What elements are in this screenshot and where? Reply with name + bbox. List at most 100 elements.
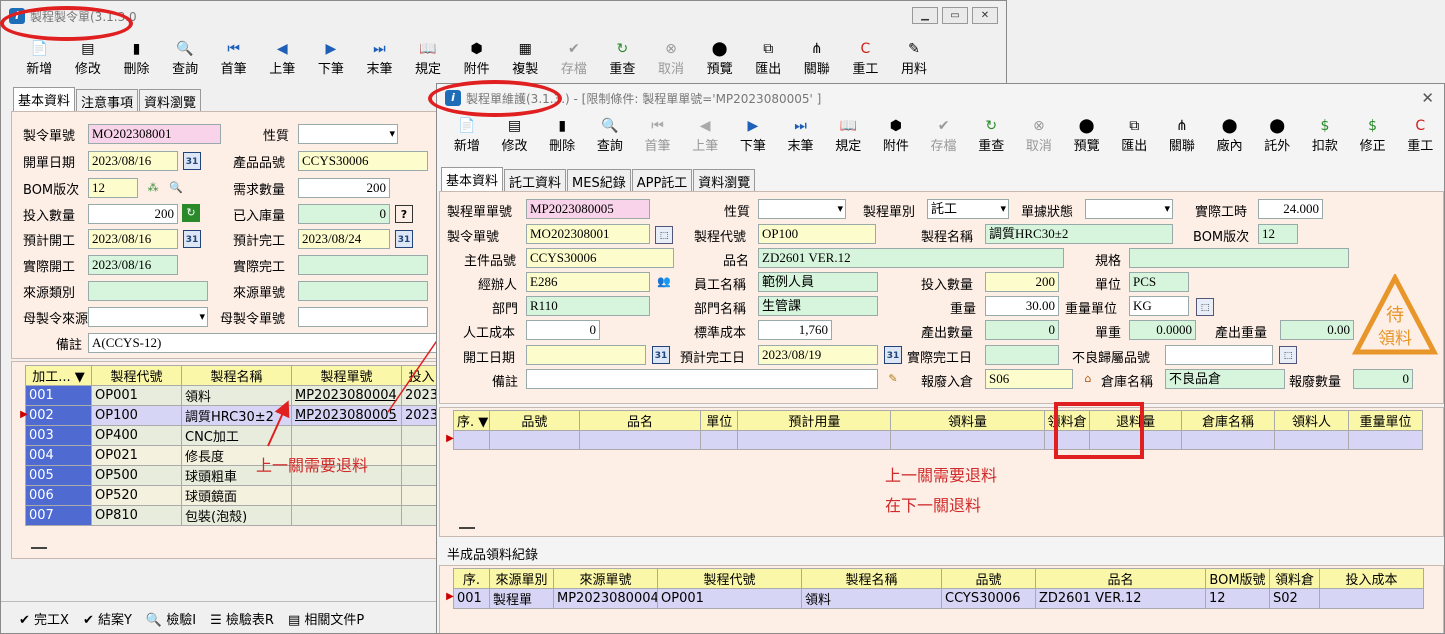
table-row[interactable]: 001 製程單 MP2023080004 OP001 領料 CCYS30006 ZD2601… bbox=[453, 588, 1424, 609]
minimize-button[interactable]: ▁ bbox=[912, 7, 938, 24]
edit-button[interactable]: ▤ 修改 bbox=[491, 114, 539, 154]
main-item-field[interactable]: CCYS30006 bbox=[526, 248, 674, 268]
material-button[interactable]: ✎ 用料 bbox=[890, 37, 939, 77]
attach-button[interactable]: ⬢ 附件 bbox=[872, 114, 920, 154]
column-header[interactable]: 序. ▼ bbox=[453, 410, 490, 431]
rework-button[interactable]: C 重工 bbox=[841, 37, 890, 77]
open-date-field[interactable]: 2023/08/16 bbox=[88, 151, 178, 171]
defect-item-field[interactable] bbox=[1165, 345, 1273, 365]
proc-code-field[interactable]: OP100 bbox=[758, 224, 876, 244]
link-button[interactable]: ⋔ 關聯 bbox=[1158, 114, 1206, 154]
open-window-icon[interactable]: ⬚ bbox=[1279, 346, 1297, 364]
column-header[interactable]: 單位 bbox=[700, 410, 739, 431]
plan-done-field[interactable]: 2023/08/19 bbox=[758, 345, 878, 365]
first-button[interactable]: ⏮ 首筆 bbox=[209, 37, 258, 77]
nature-select[interactable] bbox=[298, 124, 398, 144]
weight-unit-field[interactable]: KG bbox=[1129, 296, 1189, 316]
weight-field[interactable]: 30.00 bbox=[985, 296, 1059, 316]
delete-button[interactable]: ▮ 刪除 bbox=[538, 114, 586, 154]
actual-hours-field[interactable]: 24.000 bbox=[1258, 199, 1323, 219]
cancel-button[interactable]: ⊗ 取消 bbox=[1015, 114, 1063, 154]
open-window-icon[interactable]: ⬚ bbox=[1196, 298, 1214, 316]
preview-button[interactable]: ⬤ 預覽 bbox=[1063, 114, 1111, 154]
save-button[interactable]: ✔ 存檔 bbox=[920, 114, 968, 154]
deduct-button[interactable]: $ 扣款 bbox=[1301, 114, 1349, 154]
plan-start-field[interactable]: 2023/08/16 bbox=[88, 229, 178, 249]
rework-button[interactable]: C 重工 bbox=[1396, 114, 1444, 154]
column-header[interactable]: 製程單號 bbox=[291, 365, 402, 386]
table-cell[interactable]: MP2023080004 bbox=[291, 385, 402, 406]
input-qty-field[interactable]: 200 bbox=[88, 204, 178, 224]
front-tab-2[interactable]: MES紀錄 bbox=[567, 169, 631, 191]
copy-button[interactable]: ▦ 複製 bbox=[501, 37, 550, 77]
warehouse-icon[interactable]: ⌂ bbox=[1079, 370, 1097, 388]
doc-status-select[interactable] bbox=[1085, 199, 1173, 219]
prev-button[interactable]: ◀ 上筆 bbox=[681, 114, 729, 154]
tree-icon[interactable]: ⁂ bbox=[144, 179, 162, 197]
export-button[interactable]: ⧉ 匯出 bbox=[1110, 114, 1158, 154]
column-header[interactable]: 製程代號 bbox=[657, 568, 802, 589]
prev-button[interactable]: ◀ 上筆 bbox=[258, 37, 307, 77]
close-icon[interactable]: ✕ bbox=[1421, 89, 1434, 107]
new-button[interactable]: 📄 新增 bbox=[15, 37, 64, 77]
attach-button[interactable]: ⬢ 附件 bbox=[452, 37, 501, 77]
last-button[interactable]: ⏭ 末筆 bbox=[355, 37, 404, 77]
product-no-field[interactable]: CCYS30006 bbox=[298, 151, 428, 171]
back-tab-1[interactable]: 注意事項 bbox=[76, 89, 139, 111]
parent-no-field[interactable] bbox=[298, 307, 428, 327]
table-cell[interactable]: MP2023080005 bbox=[291, 405, 402, 426]
remark-field[interactable]: A(CCYS-12) bbox=[88, 333, 438, 353]
column-header[interactable]: 領料人 bbox=[1274, 410, 1349, 431]
inhouse-button[interactable]: ⬤ 廠內 bbox=[1206, 114, 1254, 154]
front-tab-0[interactable]: 基本資料 bbox=[441, 167, 504, 191]
column-header[interactable]: 製程代號 bbox=[91, 365, 182, 386]
outsource-button[interactable]: ⬤ 託外 bbox=[1253, 114, 1301, 154]
front-tab-3[interactable]: APP託工 bbox=[631, 169, 693, 191]
mp-type-select[interactable]: 託工 bbox=[927, 199, 1009, 219]
next-button[interactable]: ▶ 下筆 bbox=[729, 114, 777, 154]
column-header[interactable]: 加工... ▼ bbox=[25, 365, 92, 386]
calendar-icon[interactable]: 31 bbox=[183, 152, 201, 170]
handler-field[interactable]: E286 bbox=[526, 272, 650, 292]
open-date-field[interactable] bbox=[526, 345, 646, 365]
std-cost-field[interactable]: 1,760 bbox=[758, 320, 832, 340]
refresh-button[interactable]: ↻ 重查 bbox=[967, 114, 1015, 154]
table-row[interactable]: 004 OP021 修長度 bbox=[25, 445, 442, 466]
calendar-icon[interactable]: 31 bbox=[395, 230, 413, 248]
table-row[interactable]: 003 OP400 CNC加工 bbox=[25, 425, 442, 446]
demand-field[interactable]: 200 bbox=[298, 178, 390, 198]
parent-source-select[interactable] bbox=[88, 307, 208, 327]
order-no-field[interactable]: MO202308001 bbox=[88, 124, 221, 144]
column-header[interactable]: BOM版號 bbox=[1205, 568, 1270, 589]
save-button[interactable]: ✔ 存檔 bbox=[550, 37, 599, 77]
pencil-icon[interactable]: ✎ bbox=[884, 370, 902, 388]
column-header[interactable]: 重量單位 bbox=[1347, 410, 1424, 431]
table-row[interactable]: 006 OP520 球頭鏡面 bbox=[25, 485, 442, 506]
cancel-button[interactable]: ⊗ 取消 bbox=[647, 37, 696, 77]
preview-button[interactable]: ⬤ 預覽 bbox=[695, 37, 744, 77]
column-header[interactable]: 倉庫名稱 bbox=[1181, 410, 1276, 431]
column-header[interactable]: 製程名稱 bbox=[181, 365, 292, 386]
back-tab-2[interactable]: 資料瀏覽 bbox=[139, 89, 202, 111]
next-button[interactable]: ▶ 下筆 bbox=[307, 37, 356, 77]
column-header[interactable]: 品名 bbox=[1035, 568, 1206, 589]
edit-button[interactable]: ▤ 修改 bbox=[64, 37, 113, 77]
bom-field[interactable]: 12 bbox=[88, 178, 138, 198]
scrap-wh-field[interactable]: S06 bbox=[985, 369, 1073, 389]
input-qty-field[interactable]: 200 bbox=[985, 272, 1059, 292]
column-header[interactable]: 來源單號 bbox=[553, 568, 658, 589]
last-button[interactable]: ⏭ 末筆 bbox=[777, 114, 825, 154]
labor-cost-field[interactable]: 0 bbox=[526, 320, 600, 340]
table-row[interactable]: 007 OP810 包裝(泡殼) bbox=[25, 505, 442, 526]
column-header[interactable]: 製程名稱 bbox=[801, 568, 942, 589]
column-header[interactable]: 品名 bbox=[578, 410, 702, 431]
bottom-button-4[interactable]: ▤ 相關文件P bbox=[288, 609, 364, 628]
plan-end-field[interactable]: 2023/08/24 bbox=[298, 229, 390, 249]
table-row[interactable]: 005 OP500 球頭粗車 bbox=[25, 465, 442, 486]
table-row[interactable] bbox=[453, 430, 1424, 450]
bottom-button-3[interactable]: ☰ 檢驗表R bbox=[210, 609, 274, 628]
first-button[interactable]: ⏮ 首筆 bbox=[634, 114, 682, 154]
front-tab-1[interactable]: 託工資料 bbox=[504, 169, 567, 191]
column-header[interactable]: 領料量 bbox=[890, 410, 1045, 431]
mp-no-field[interactable]: MP2023080005 bbox=[526, 199, 650, 219]
